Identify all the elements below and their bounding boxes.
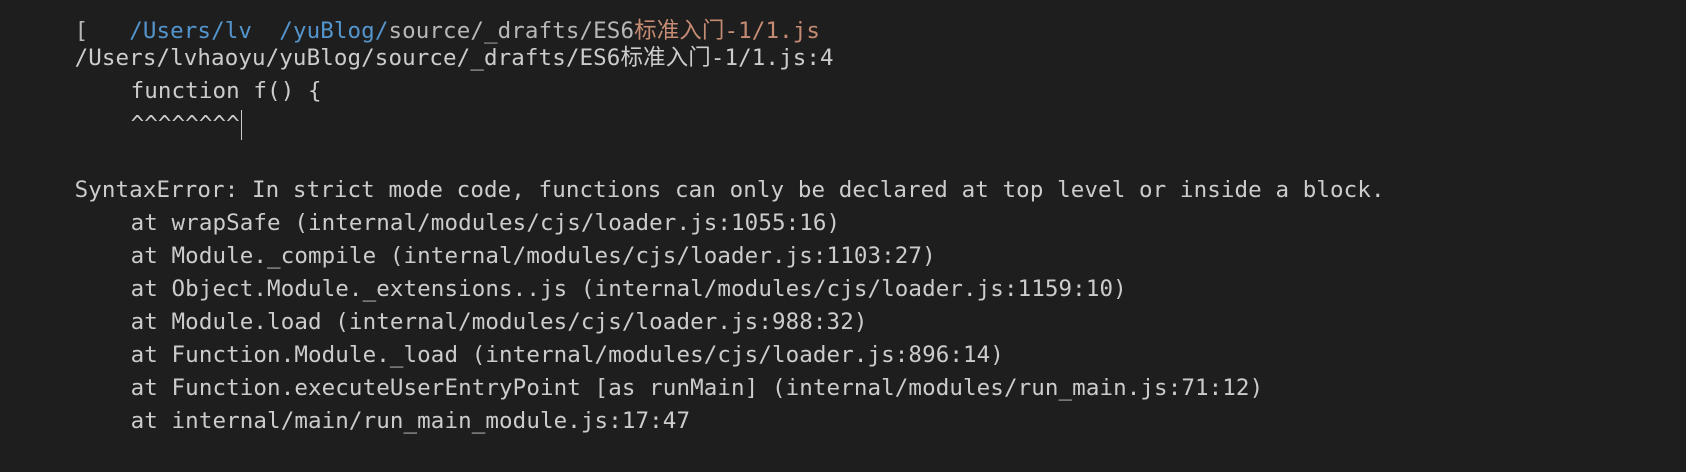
code-line: function f() { [20, 40, 322, 104]
stack-trace-line: at Module._compile (internal/modules/cjs… [20, 205, 936, 269]
terminal-output[interactable]: [ /Users/lv /yuBlog/source/_drafts/ES6标准… [0, 0, 1686, 452]
stack-trace-line: at internal/main/run_main_module.js:17:4… [20, 370, 690, 434]
stack-trace-line: at Object.Module._extensions..js (intern… [20, 238, 1127, 302]
error-message-line: SyntaxError: In strict mode code, functi… [20, 139, 1385, 203]
file-location-line: /Users/lvhaoyu/yuBlog/source/_drafts/ES6… [20, 7, 834, 71]
caret-line: ^^^^^^^^ [20, 73, 242, 140]
text-cursor [240, 109, 242, 140]
stack-frame-text: at internal/main/run_main_module.js:17:4… [130, 408, 691, 434]
error-caret: ^^^^^^^^ [130, 111, 240, 137]
stack-trace-line: at Module.load (internal/modules/cjs/loa… [20, 271, 868, 335]
stack-trace-line: at wrapSafe (internal/modules/cjs/loader… [20, 172, 841, 236]
stack-trace-line: at Function.Module._load (internal/modul… [20, 304, 1004, 368]
stack-trace-line: at Function.executeUserEntryPoint [as ru… [20, 337, 1264, 401]
